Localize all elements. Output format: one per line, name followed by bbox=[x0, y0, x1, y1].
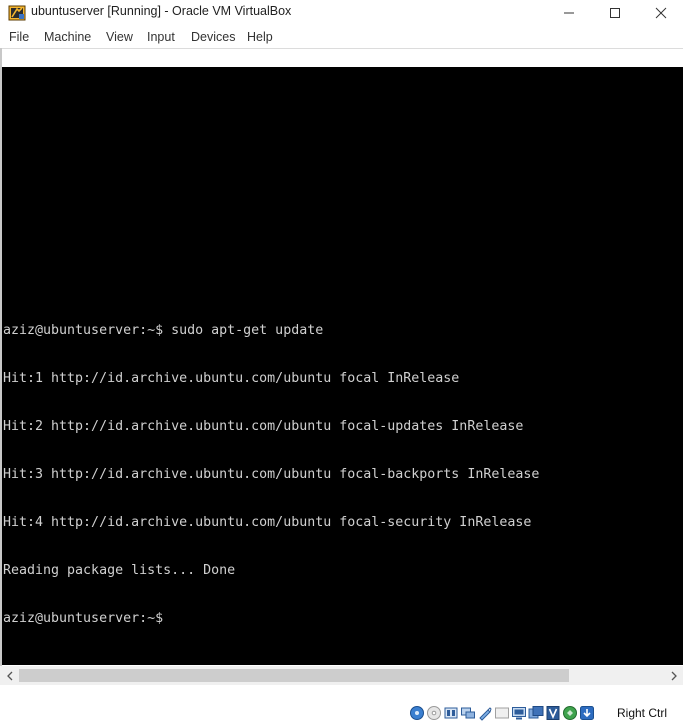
display-icon[interactable] bbox=[511, 705, 527, 721]
menu-machine[interactable]: Machine bbox=[44, 30, 91, 44]
console-line: Hit:3 http://id.archive.ubuntu.com/ubunt… bbox=[3, 467, 540, 482]
menu-bar: File Machine View Input Devices Help bbox=[0, 26, 683, 48]
console-prompt: aziz@ubuntuserver:~$ bbox=[3, 611, 164, 626]
shared-folders-icon[interactable] bbox=[494, 705, 510, 721]
scroll-left-button[interactable] bbox=[1, 666, 18, 685]
maximize-button[interactable] bbox=[592, 0, 638, 26]
minimize-button[interactable] bbox=[546, 0, 592, 26]
virtualization-icon[interactable] bbox=[545, 705, 561, 721]
virtualbox-app-icon[interactable] bbox=[8, 4, 26, 22]
close-button[interactable] bbox=[638, 0, 683, 26]
keyboard-icon[interactable] bbox=[579, 705, 595, 721]
usb-icon[interactable] bbox=[477, 705, 493, 721]
chevron-left-icon bbox=[6, 671, 12, 680]
close-icon bbox=[655, 7, 667, 19]
vm-console[interactable]: aziz@ubuntuserver:~$ sudo apt-get update… bbox=[2, 67, 683, 665]
horizontal-scrollbar[interactable] bbox=[0, 666, 683, 685]
console-line: Hit:2 http://id.archive.ubuntu.com/ubunt… bbox=[3, 419, 524, 434]
scroll-thumb[interactable] bbox=[19, 669, 569, 682]
chevron-right-icon bbox=[671, 671, 677, 680]
title-bar[interactable]: ubuntuserver [Running] - Oracle VM Virtu… bbox=[0, 0, 683, 26]
console-line: Hit:1 http://id.archive.ubuntu.com/ubunt… bbox=[3, 371, 460, 386]
console-line: Hit:4 http://id.archive.ubuntu.com/ubunt… bbox=[3, 515, 532, 530]
minimize-icon bbox=[564, 12, 574, 14]
menu-view[interactable]: View bbox=[106, 30, 133, 44]
network-icon[interactable] bbox=[460, 705, 476, 721]
console-line: aziz@ubuntuserver:~$ sudo apt-get update bbox=[3, 323, 324, 338]
host-key-label[interactable]: Right Ctrl bbox=[617, 706, 667, 720]
menu-devices[interactable]: Devices bbox=[191, 30, 235, 44]
frame-divider bbox=[0, 48, 683, 49]
virtualbox-window: ubuntuserver [Running] - Oracle VM Virtu… bbox=[0, 0, 683, 727]
maximize-icon bbox=[610, 8, 620, 18]
console-line: Reading package lists... Done bbox=[3, 563, 236, 578]
audio-icon[interactable] bbox=[443, 705, 459, 721]
status-bar: Right Ctrl bbox=[0, 685, 683, 727]
menu-input[interactable]: Input bbox=[147, 30, 175, 44]
video-capture-icon[interactable] bbox=[528, 705, 544, 721]
menu-file[interactable]: File bbox=[9, 30, 29, 44]
console-output: aziz@ubuntuserver:~$ sudo apt-get update… bbox=[3, 291, 539, 659]
window-title: ubuntuserver [Running] - Oracle VM Virtu… bbox=[31, 4, 292, 18]
scroll-right-button[interactable] bbox=[665, 666, 682, 685]
status-indicators bbox=[409, 705, 595, 721]
mouse-integration-icon[interactable] bbox=[562, 705, 578, 721]
menu-help[interactable]: Help bbox=[247, 30, 273, 44]
optical-drive-icon[interactable] bbox=[426, 705, 442, 721]
hard-disk-icon[interactable] bbox=[409, 705, 425, 721]
